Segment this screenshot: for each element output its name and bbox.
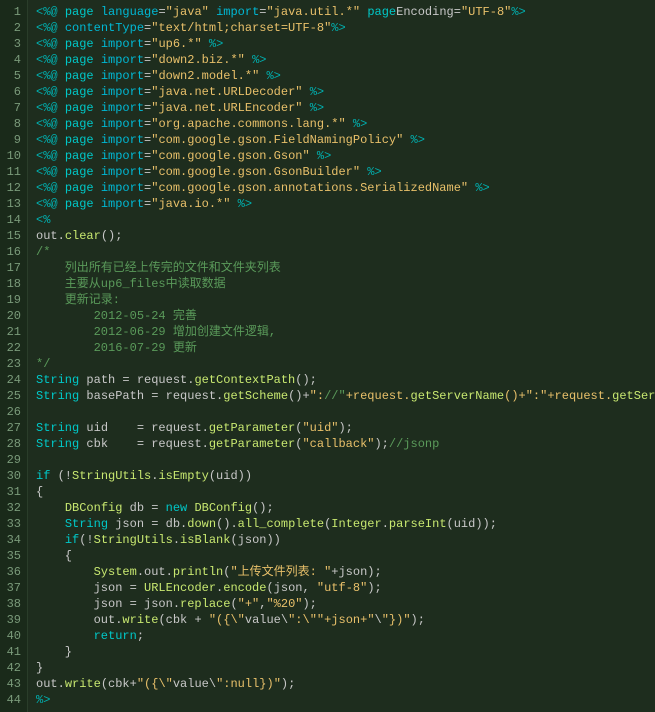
line-number: 1	[4, 4, 21, 20]
line-number: 28	[4, 436, 21, 452]
line-number: 38	[4, 596, 21, 612]
code-line: 2012-05-24 完善	[36, 308, 655, 324]
line-number: 20	[4, 308, 21, 324]
line-number: 23	[4, 356, 21, 372]
code-line	[36, 452, 655, 468]
line-number: 27	[4, 420, 21, 436]
code-line: <%@ page import="down2.model.*" %>	[36, 68, 655, 84]
line-number: 22	[4, 340, 21, 356]
code-line: String uid = request.getParameter("uid")…	[36, 420, 655, 436]
code-line	[36, 404, 655, 420]
code-line: 更新记录:	[36, 292, 655, 308]
code-line: String cbk = request.getParameter("callb…	[36, 436, 655, 452]
line-number: 30	[4, 468, 21, 484]
code-line: 2012-06-29 增加创建文件逻辑,	[36, 324, 655, 340]
line-number: 11	[4, 164, 21, 180]
line-number: 3	[4, 36, 21, 52]
code-line: 主要从up6_files中读取数据	[36, 276, 655, 292]
line-number: 9	[4, 132, 21, 148]
line-number: 6	[4, 84, 21, 100]
line-number: 35	[4, 548, 21, 564]
code-line: <%@ page import="java.net.URLDecoder" %>	[36, 84, 655, 100]
code-line: <%@ page import="com.google.gson.Gson" %…	[36, 148, 655, 164]
line-number: 18	[4, 276, 21, 292]
code-line: {	[36, 548, 655, 564]
line-number: 19	[4, 292, 21, 308]
code-line: }	[36, 660, 655, 676]
line-number: 17	[4, 260, 21, 276]
code-line: json = URLEncoder.encode(json, "utf-8");	[36, 580, 655, 596]
code-line: */	[36, 356, 655, 372]
code-line: <%@ contentType="text/html;charset=UTF-8…	[36, 20, 655, 36]
line-number: 41	[4, 644, 21, 660]
code-line: /*	[36, 244, 655, 260]
line-number: 31	[4, 484, 21, 500]
code-line: <%	[36, 212, 655, 228]
line-number: 10	[4, 148, 21, 164]
line-number: 42	[4, 660, 21, 676]
code-line: {	[36, 484, 655, 500]
line-number: 2	[4, 20, 21, 36]
code-line: if(!StringUtils.isBlank(json))	[36, 532, 655, 548]
code-line: String json = db.down().all_complete(Int…	[36, 516, 655, 532]
code-line: 2016-07-29 更新	[36, 340, 655, 356]
code-line: <%@ page import="com.google.gson.GsonBui…	[36, 164, 655, 180]
line-number: 24	[4, 372, 21, 388]
code-line: System.out.println("上传文件列表: "+json);	[36, 564, 655, 580]
line-number: 37	[4, 580, 21, 596]
code-line: String path = request.getContextPath();	[36, 372, 655, 388]
code-line: <%@ page import="java.io.*" %>	[36, 196, 655, 212]
code-line: <%@ page import="com.google.gson.FieldNa…	[36, 132, 655, 148]
line-number: 21	[4, 324, 21, 340]
line-number: 40	[4, 628, 21, 644]
code-line: }	[36, 644, 655, 660]
line-number: 44	[4, 692, 21, 708]
line-numbers: 1234567891011121314151617181920212223242…	[0, 0, 28, 712]
line-number: 5	[4, 68, 21, 84]
line-number: 32	[4, 500, 21, 516]
line-number: 4	[4, 52, 21, 68]
code-line: <%@ page import="up6.*" %>	[36, 36, 655, 52]
line-number: 29	[4, 452, 21, 468]
code-content[interactable]: <%@ page language="java" import="java.ut…	[28, 0, 655, 712]
code-line: out.clear();	[36, 228, 655, 244]
code-line: <%@ page import="org.apache.commons.lang…	[36, 116, 655, 132]
line-number: 16	[4, 244, 21, 260]
code-editor: 1234567891011121314151617181920212223242…	[0, 0, 655, 712]
code-line: <%@ page language="java" import="java.ut…	[36, 4, 655, 20]
code-line: <%@ page import="java.net.URLEncoder" %>	[36, 100, 655, 116]
line-number: 34	[4, 532, 21, 548]
line-number: 33	[4, 516, 21, 532]
line-number: 12	[4, 180, 21, 196]
line-number: 14	[4, 212, 21, 228]
line-number: 39	[4, 612, 21, 628]
code-line: if (!StringUtils.isEmpty(uid))	[36, 468, 655, 484]
line-number: 8	[4, 116, 21, 132]
line-number: 25	[4, 388, 21, 404]
code-line: DBConfig db = new DBConfig();	[36, 500, 655, 516]
code-line: String basePath = request.getScheme()+":…	[36, 388, 655, 404]
line-number: 7	[4, 100, 21, 116]
code-line: %>	[36, 692, 655, 708]
line-number: 26	[4, 404, 21, 420]
code-line: <%@ page import="com.google.gson.annotat…	[36, 180, 655, 196]
code-line: out.write(cbk+"({\"value\":null})");	[36, 676, 655, 692]
code-line: 列出所有已经上传完的文件和文件夹列表	[36, 260, 655, 276]
line-number: 15	[4, 228, 21, 244]
line-number: 13	[4, 196, 21, 212]
code-line: json = json.replace("+","%20");	[36, 596, 655, 612]
line-number: 43	[4, 676, 21, 692]
line-number: 36	[4, 564, 21, 580]
code-line: return;	[36, 628, 655, 644]
code-line: <%@ page import="down2.biz.*" %>	[36, 52, 655, 68]
code-line: out.write(cbk + "({\"value\":\""+json+"\…	[36, 612, 655, 628]
